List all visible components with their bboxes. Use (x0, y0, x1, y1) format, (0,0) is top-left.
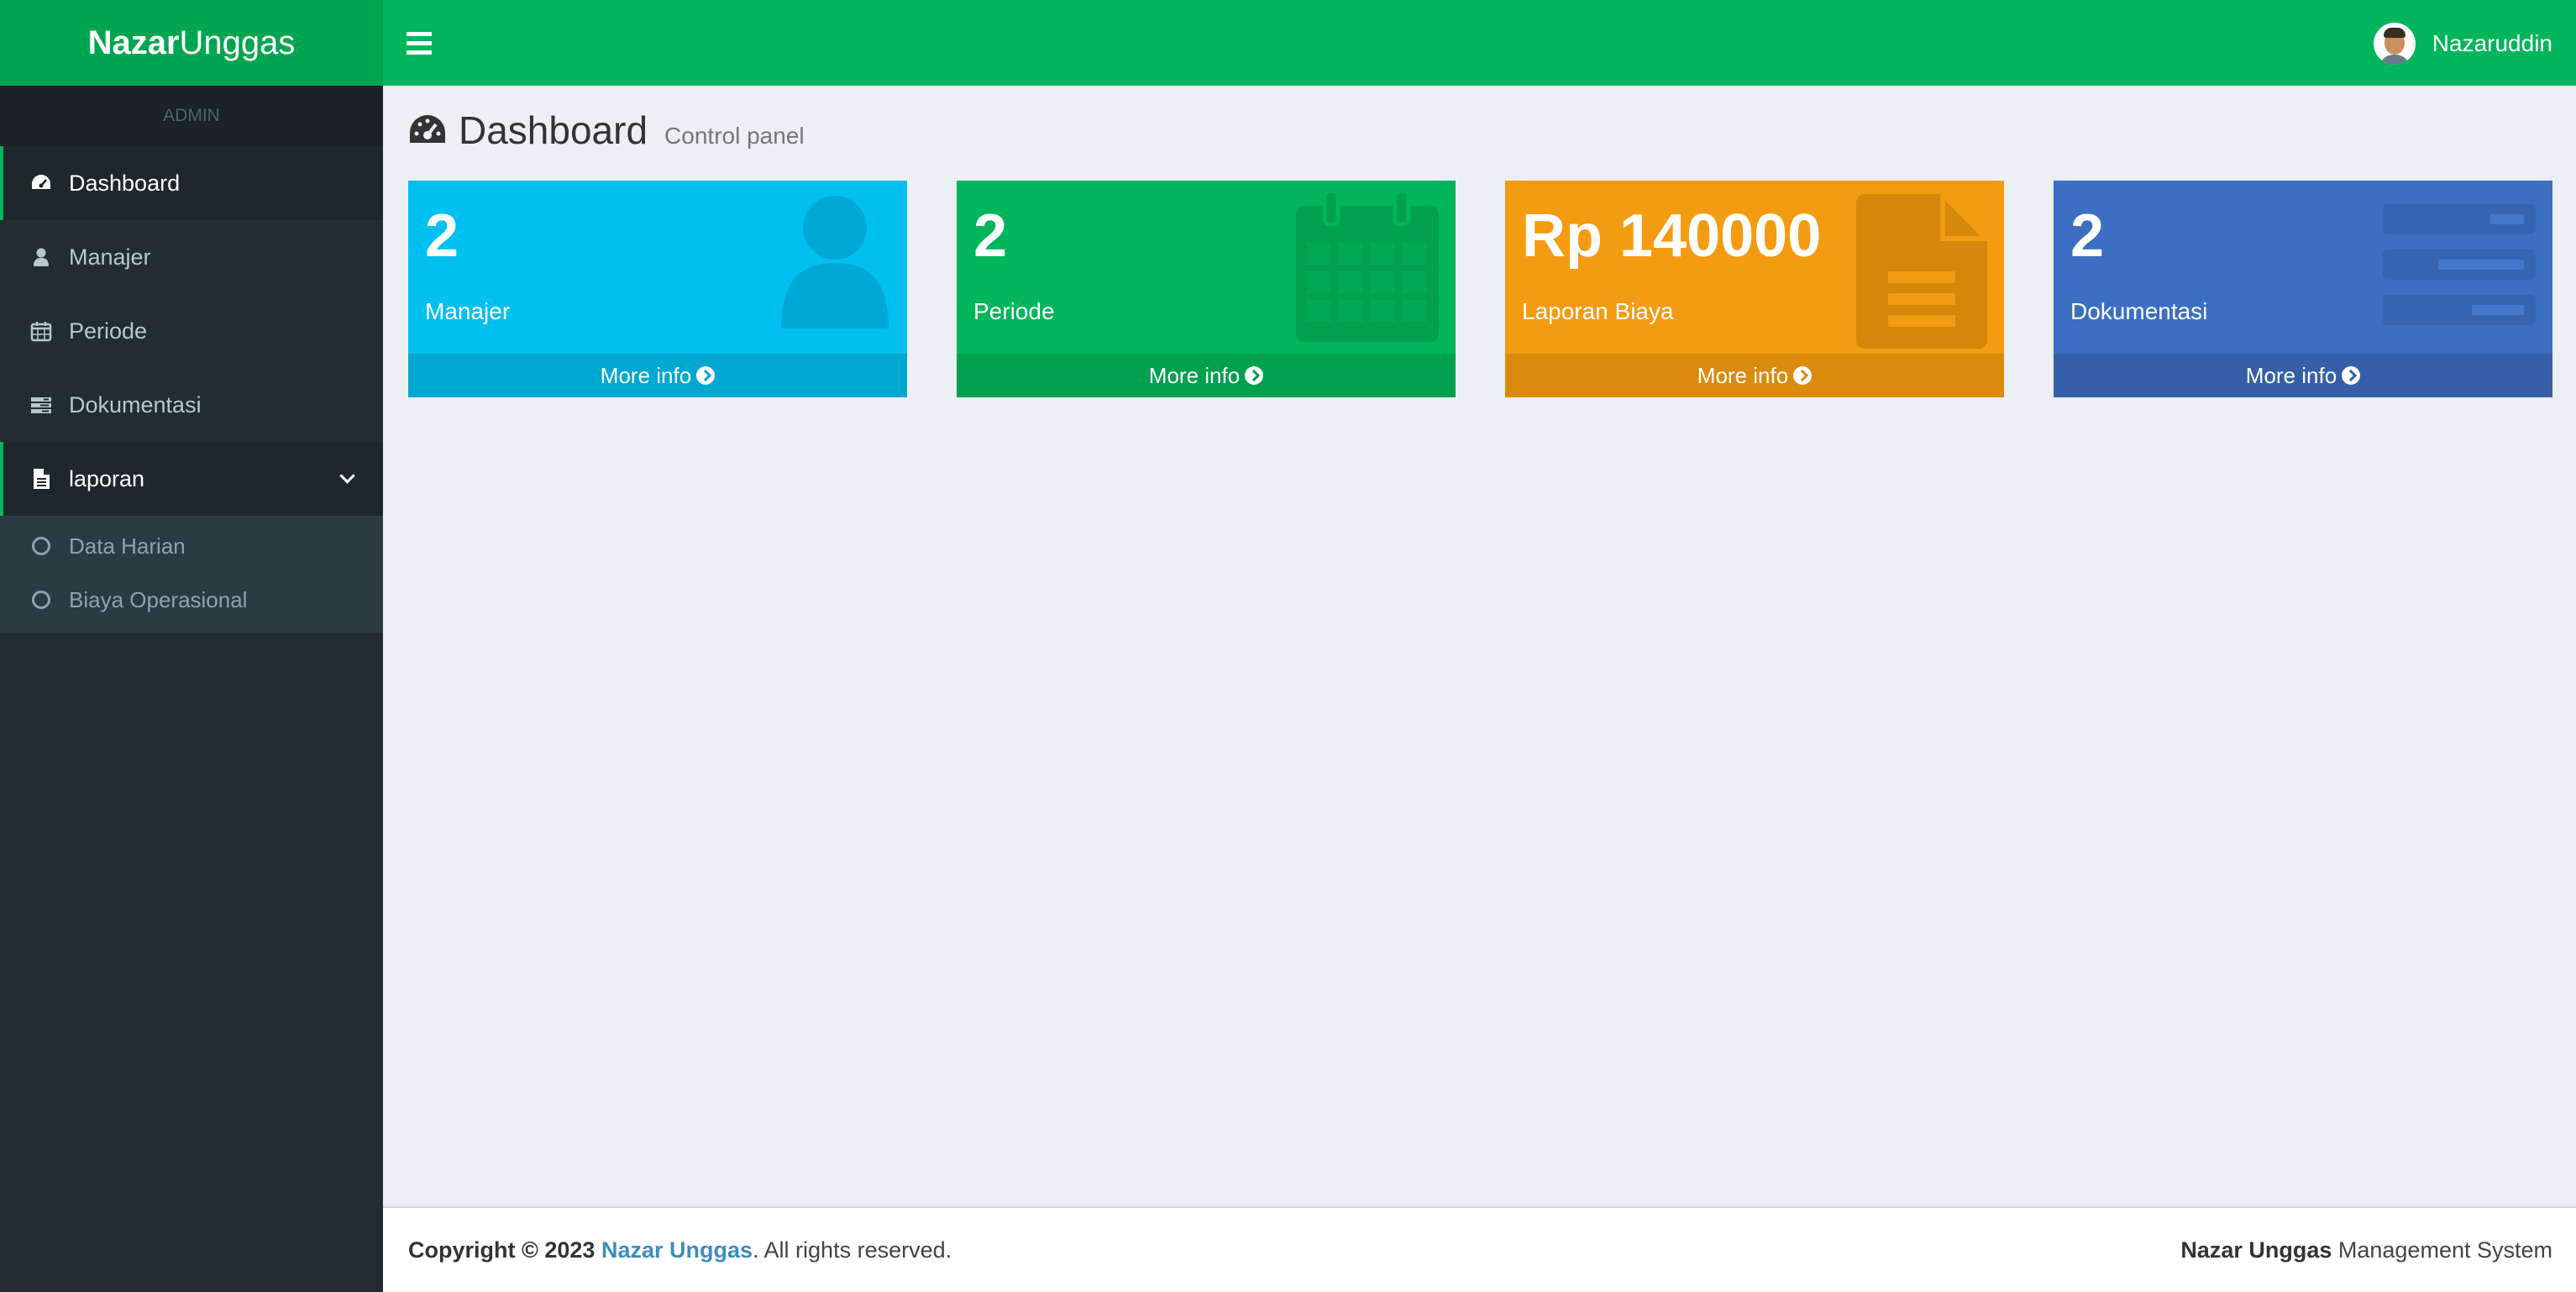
page-header: Dashboard Control panel (408, 108, 805, 153)
hamburger-menu-icon[interactable] (407, 27, 432, 59)
more-info-link[interactable]: More info (408, 354, 907, 397)
stat-box-laporan-biaya: Rp 140000 Laporan Biaya More info (1505, 181, 2004, 397)
stat-box-manajer: 2 Manajer More info (408, 181, 907, 397)
page-title: Dashboard (459, 108, 648, 152)
more-info-label: More info (1148, 362, 1241, 388)
main-content: Dashboard Control panel 2 Manajer More i… (383, 86, 2576, 1206)
user-name: Nazaruddin (2432, 30, 2552, 56)
avatar (2373, 23, 2416, 65)
system-name-rest: Management System (2332, 1237, 2552, 1263)
stat-box-dokumentasi: 2 Dokumentasi More info (2054, 181, 2552, 397)
arrow-circle-right-icon (2342, 366, 2361, 385)
sidebar-item-manajer[interactable]: Manajer (0, 220, 383, 294)
submenu-item-label: Data Harian (69, 533, 186, 559)
rights-text: . All rights reserved. (753, 1237, 952, 1263)
sidebar-item-dokumentasi[interactable]: Dokumentasi (0, 368, 383, 442)
page-subtitle: Control panel (664, 123, 805, 149)
file-icon (30, 468, 52, 490)
dashboard-icon (30, 172, 52, 194)
sidebar-item-label: Manajer (69, 244, 151, 270)
brand-bold: Nazar (87, 24, 180, 61)
submenu-item-label: Biaya Operasional (69, 586, 248, 612)
chevron-down-icon (339, 468, 355, 484)
user-icon (30, 246, 52, 268)
document-icon (1856, 194, 1987, 349)
system-name: Nazar Unggas Management System (2180, 1237, 2552, 1263)
arrow-circle-right-icon (696, 366, 716, 385)
arrow-circle-right-icon (1245, 366, 1264, 385)
more-info-link[interactable]: More info (957, 354, 1456, 397)
sidebar-header: ADMIN (0, 86, 383, 146)
sidebar-item-label: Dokumentasi (69, 391, 202, 418)
copyright: Copyright © 2023 Nazar Unggas. All right… (408, 1237, 952, 1263)
more-info-label: More info (1697, 362, 1789, 388)
server-icon (30, 394, 52, 416)
dashboard-icon (408, 113, 447, 147)
top-navbar: Nazar Unggas Nazaruddin (0, 0, 2576, 86)
user-menu[interactable]: Nazaruddin (2373, 20, 2552, 67)
copyright-text: Copyright © 2023 (408, 1237, 595, 1263)
submenu-item-biaya-operasional[interactable]: Biaya Operasional (0, 573, 383, 627)
brand-light: Unggas (179, 24, 296, 61)
server-icon (2383, 204, 2536, 325)
circle-icon (32, 537, 50, 555)
more-info-link[interactable]: More info (1505, 354, 2004, 397)
calendar-icon (1296, 191, 1439, 342)
brand-logo[interactable]: Nazar Unggas (0, 0, 383, 86)
system-name-bold: Nazar Unggas (2180, 1237, 2332, 1263)
sidebar-item-periode[interactable]: Periode (0, 294, 383, 368)
page-footer: Copyright © 2023 Nazar Unggas. All right… (383, 1206, 2576, 1292)
company-link[interactable]: Nazar Unggas (601, 1237, 753, 1263)
stat-box-periode: 2 Periode More info (957, 181, 1456, 397)
calendar-icon (30, 320, 52, 342)
user-icon (781, 196, 889, 328)
circle-icon (32, 591, 50, 609)
more-info-label: More info (2245, 362, 2337, 388)
sidebar-item-label: Periode (69, 318, 148, 344)
more-info-label: More info (600, 362, 692, 388)
arrow-circle-right-icon (1793, 366, 1813, 385)
more-info-link[interactable]: More info (2054, 354, 2552, 397)
sidebar-item-dashboard[interactable]: Dashboard (0, 146, 383, 220)
laporan-submenu: Data Harian Biaya Operasional (0, 516, 383, 633)
sidebar-item-label: Dashboard (69, 170, 181, 196)
submenu-item-data-harian[interactable]: Data Harian (0, 519, 383, 573)
sidebar-item-laporan[interactable]: laporan (0, 442, 383, 516)
sidebar: ADMIN Dashboard Manajer Periode Dokument… (0, 86, 383, 1292)
sidebar-item-label: laporan (69, 465, 145, 491)
